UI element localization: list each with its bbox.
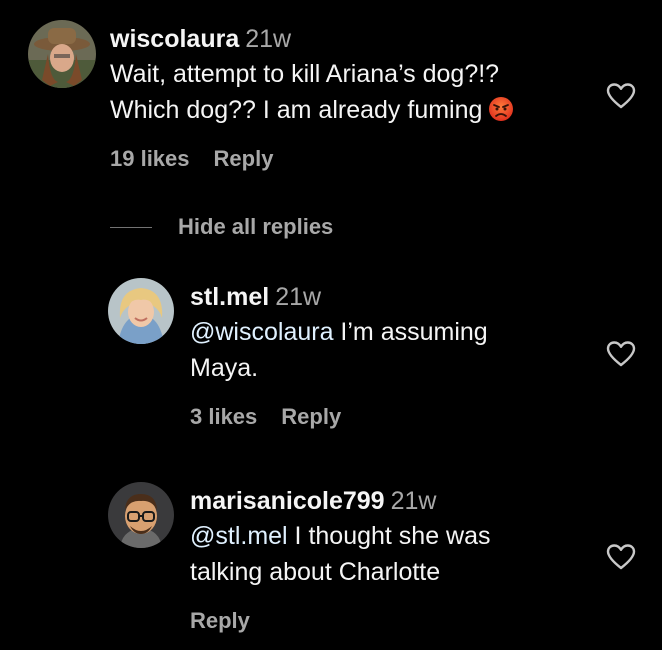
mention-link[interactable]: @stl.mel (190, 522, 288, 550)
comment-meta: Reply (190, 608, 491, 634)
hide-replies-row[interactable]: Hide all replies (110, 214, 333, 246)
comment-meta: 19 likes Reply (110, 146, 514, 172)
like-heart-icon[interactable] (606, 543, 636, 571)
avatar[interactable] (108, 278, 174, 344)
divider (110, 226, 152, 228)
avatar[interactable] (28, 20, 96, 88)
comment-text: @stl.mel I thought she was talking about… (190, 518, 491, 590)
comment-text-line: @wiscolaura I’m assuming (190, 314, 488, 350)
comment-content: marisanicole799 21w @stl.mel I thought sh… (190, 486, 491, 634)
comment-text-line-2: Maya. (190, 354, 259, 382)
username[interactable]: marisanicole799 (190, 487, 385, 515)
comment-text: Wait, attempt to kill Ariana’s dog?!? Wh… (110, 56, 514, 128)
like-heart-icon[interactable] (606, 340, 636, 368)
mention-link[interactable]: @wiscolaura (190, 318, 333, 346)
comment-text-segment: I thought she was (287, 522, 491, 550)
comment-content: stl.mel 21w @wiscolaura I’m assuming Maya… (190, 282, 488, 430)
comment-text-line-2: talking about Charlotte (190, 558, 441, 586)
reply-button[interactable]: Reply (190, 608, 250, 633)
timestamp: 21w (245, 25, 292, 53)
reply-button[interactable]: Reply (214, 146, 274, 171)
likes-count[interactable]: 3 likes (190, 404, 257, 429)
comment-header: stl.mel 21w (190, 282, 488, 312)
username[interactable]: wiscolaura (110, 25, 239, 53)
reply-button[interactable]: Reply (281, 404, 341, 429)
like-heart-icon[interactable] (606, 82, 636, 110)
comment-text-line-2: Which dog?? I am already fuming (110, 92, 514, 128)
angry-face-icon (488, 96, 514, 122)
username[interactable]: stl.mel (190, 283, 269, 311)
comment-header: marisanicole799 21w (190, 486, 491, 516)
comment-text-segment: I’m assuming (333, 318, 488, 346)
comment-text-line: @stl.mel I thought she was (190, 518, 491, 554)
avatar[interactable] (108, 482, 174, 548)
comment-text-line: Wait, attempt to kill Ariana’s dog?!? (110, 60, 500, 88)
comment-text: @wiscolaura I’m assuming Maya. (190, 314, 488, 386)
hide-replies-button[interactable]: Hide all replies (178, 214, 333, 239)
comment-meta: 3 likes Reply (190, 404, 488, 430)
timestamp: 21w (390, 487, 437, 515)
timestamp: 21w (275, 283, 322, 311)
comment-header: wiscolaura 21w (110, 24, 514, 54)
comment-text-line-content: Which dog?? I am already fuming (110, 96, 483, 124)
likes-count[interactable]: 19 likes (110, 146, 190, 171)
comment-content: wiscolaura 21w Wait, attempt to kill Aria… (110, 24, 514, 172)
